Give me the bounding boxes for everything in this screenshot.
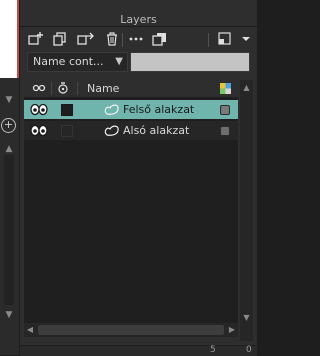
scroll-left-icon[interactable]: ◀ — [24, 323, 36, 337]
layer-color-swatch[interactable] — [61, 104, 73, 116]
filter-dropdown[interactable]: Name cont... ▼ — [27, 52, 128, 72]
duplicate-layer-icon[interactable] — [150, 32, 170, 48]
new-layer-icon[interactable] — [26, 32, 46, 48]
panel-title: Layers — [120, 13, 157, 26]
color-label-column-icon[interactable] — [220, 83, 231, 97]
add-icon[interactable]: + — [1, 118, 16, 133]
filter-dropdown-value: Name cont... — [33, 55, 104, 68]
footer-right-text: 0 — [246, 345, 252, 355]
canvas-preview-edge — [0, 0, 19, 78]
scroll-down-icon[interactable]: ▼ — [240, 312, 253, 324]
shape-layer-icon — [104, 103, 120, 119]
scroll-down-icon[interactable]: ▼ — [2, 94, 16, 106]
footer-left-text: 5 — [210, 345, 216, 355]
toolbar-divider — [122, 33, 123, 47]
filter-search-input[interactable] — [130, 52, 250, 72]
horizontal-scrollbar[interactable]: ◀ ▶ — [24, 323, 238, 337]
move-layer-icon[interactable] — [76, 32, 96, 48]
collapse-panel-icon[interactable] — [215, 32, 235, 48]
column-header: Name — [24, 80, 238, 98]
delete-layer-icon[interactable] — [102, 32, 122, 48]
layers-panel: Layers Name cont... ▼ Name Felső alakzat… — [20, 0, 257, 356]
layer-name[interactable]: Felső alakzat — [123, 100, 194, 119]
eye-icon[interactable] — [30, 102, 48, 120]
layer-status-box[interactable] — [220, 126, 230, 136]
scroll-up-icon[interactable]: ▲ — [240, 82, 253, 94]
layer-status-box[interactable] — [220, 105, 230, 115]
name-column-header[interactable]: Name — [87, 80, 119, 97]
panel-menu-icon[interactable] — [236, 32, 256, 48]
layer-color-swatch[interactable] — [61, 125, 73, 137]
title-divider — [20, 26, 257, 27]
column-divider — [51, 82, 52, 95]
scroll-right-icon[interactable]: ▶ — [226, 323, 238, 337]
eye-icon[interactable] — [30, 123, 48, 141]
visibility-column-icon[interactable] — [32, 81, 46, 98]
layer-row[interactable]: Alsó alakzat — [24, 121, 238, 140]
left-scrollbar-track[interactable] — [4, 155, 14, 305]
column-divider — [77, 82, 78, 95]
panel-footer: 5 0 — [20, 345, 257, 356]
layer-row[interactable]: Felső alakzat — [24, 100, 238, 119]
horizontal-scroll-thumb[interactable] — [38, 325, 224, 335]
layer-name[interactable]: Alsó alakzat — [123, 121, 189, 140]
more-options-icon[interactable] — [126, 32, 146, 48]
scroll-down-icon[interactable]: ▼ — [2, 309, 16, 321]
layer-list[interactable]: Felső alakzat Alsó alakzat — [24, 98, 238, 323]
chevron-down-icon: ▼ — [115, 56, 123, 67]
shape-layer-icon — [104, 124, 120, 140]
lock-column-icon[interactable] — [57, 81, 69, 98]
new-group-icon[interactable] — [51, 32, 71, 48]
vertical-scrollbar[interactable]: ▲ ▼ — [240, 80, 253, 341]
scroll-up-icon[interactable]: ▲ — [2, 143, 16, 155]
toolbar-divider — [208, 33, 209, 47]
